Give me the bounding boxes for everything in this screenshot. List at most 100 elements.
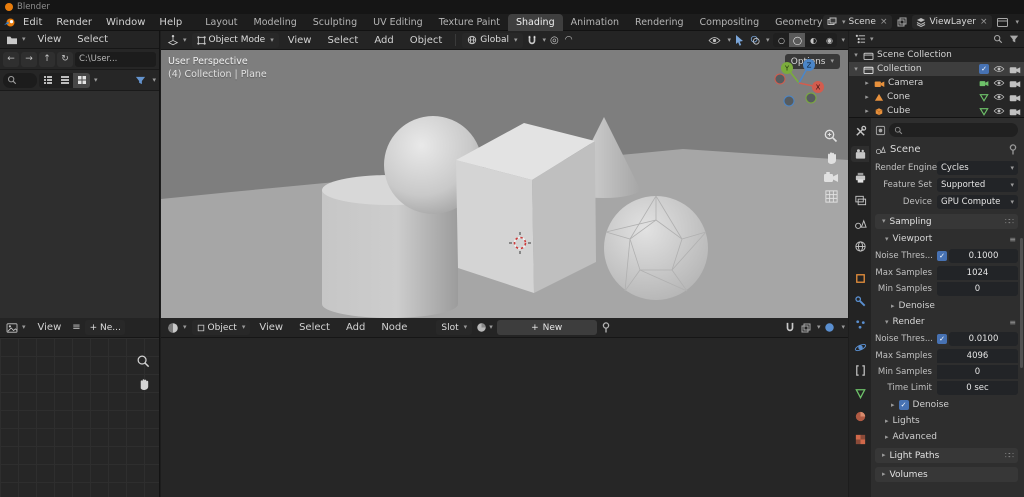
- shading-rendered-button[interactable]: ◉: [821, 33, 837, 47]
- tab-material-properties[interactable]: [851, 408, 869, 424]
- lights-collapsed[interactable]: ▸ Lights: [875, 414, 1018, 428]
- nav-back-button[interactable]: ←: [3, 51, 19, 67]
- hand-icon[interactable]: [137, 377, 151, 391]
- noise-threshold-field[interactable]: 0.0100: [949, 332, 1018, 346]
- menu-window[interactable]: Window: [99, 17, 152, 28]
- scene-clear-button[interactable]: ×: [879, 17, 889, 27]
- viewport-denoise-collapsed[interactable]: ▸ Denoise: [875, 299, 1018, 313]
- editor-type-button[interactable]: ▾: [164, 33, 190, 47]
- mode-dropdown[interactable]: Object Mode ▾: [191, 32, 279, 48]
- render-subsection-header[interactable]: ▾ Render ≡: [875, 315, 1018, 329]
- render-denoise-collapsed[interactable]: ▸ ✓ Denoise: [875, 398, 1018, 412]
- tab-shading[interactable]: Shading: [508, 13, 563, 31]
- new-material-button[interactable]: + New: [496, 320, 597, 335]
- new-image-button[interactable]: + Ne...: [84, 320, 125, 335]
- eye-icon[interactable]: [993, 107, 1005, 115]
- scene-name[interactable]: Scene: [848, 17, 875, 27]
- show-gizmo-button[interactable]: [706, 35, 723, 46]
- vp-menu-view[interactable]: View: [281, 35, 319, 46]
- tab-rendering[interactable]: Rendering: [627, 14, 692, 31]
- transform-orientation-dropdown[interactable]: Global ▾: [462, 32, 523, 48]
- chevron-down-icon[interactable]: ▾: [94, 76, 98, 84]
- fb-menu-view[interactable]: View: [31, 34, 69, 45]
- camera-label[interactable]: Camera: [888, 78, 923, 88]
- tab-modifier-properties[interactable]: [851, 293, 869, 309]
- camera-view-icon[interactable]: [823, 171, 839, 183]
- proportional-editing-button[interactable]: ◎: [548, 34, 561, 47]
- min-samples-field[interactable]: 0: [937, 365, 1018, 379]
- shader-type-dropdown[interactable]: Object ▾: [191, 320, 251, 335]
- expand-arrow-icon[interactable]: ▸: [863, 79, 871, 87]
- tab-texture-paint[interactable]: Texture Paint: [431, 14, 508, 31]
- sampling-section-header[interactable]: ▾ Sampling ∷∷: [875, 214, 1018, 229]
- nav-forward-button[interactable]: →: [21, 51, 37, 67]
- hamburger-icon[interactable]: ≡: [70, 321, 82, 334]
- shader-preview-button[interactable]: [822, 321, 837, 334]
- camera-visibility-icon[interactable]: [1009, 65, 1021, 74]
- sh-menu-node[interactable]: Node: [374, 322, 414, 333]
- tab-modeling[interactable]: Modeling: [246, 14, 305, 31]
- scene-browse-icon[interactable]: [827, 17, 837, 27]
- screen-icon[interactable]: [995, 17, 1010, 28]
- camera-visibility-icon[interactable]: [1009, 79, 1021, 88]
- tab-tool-properties[interactable]: [851, 123, 869, 139]
- display-vertical-list-button[interactable]: [39, 73, 56, 88]
- chevron-down-icon[interactable]: ▾: [841, 324, 845, 331]
- tab-scene-properties[interactable]: [851, 215, 869, 231]
- grip-icon[interactable]: ∷∷: [1005, 451, 1014, 460]
- chevron-down-icon[interactable]: ▾: [817, 324, 821, 331]
- chevron-down-icon[interactable]: ▾: [152, 76, 156, 84]
- time-limit-field[interactable]: 0 sec: [937, 381, 1018, 395]
- menu-render[interactable]: Render: [49, 17, 99, 28]
- fb-menu-select[interactable]: Select: [70, 34, 115, 45]
- path-field[interactable]: C:\User...: [75, 51, 156, 67]
- camera-visibility-icon[interactable]: [1009, 107, 1021, 116]
- tab-object-data-properties[interactable]: [851, 385, 869, 401]
- denoise-checkbox[interactable]: ✓: [898, 400, 909, 410]
- light-paths-section-header[interactable]: ▸ Light Paths ∷∷: [875, 448, 1018, 463]
- noise-threshold-checkbox[interactable]: ✓: [937, 334, 947, 344]
- eye-icon[interactable]: [993, 93, 1005, 101]
- outliner-filter-button[interactable]: [1007, 33, 1021, 45]
- browse-material-button[interactable]: ▾: [474, 321, 495, 334]
- scene-collection-label[interactable]: Scene Collection: [877, 50, 952, 60]
- volumes-section-header[interactable]: ▸ Volumes: [875, 467, 1018, 482]
- properties-search-input[interactable]: [889, 123, 1018, 137]
- outliner-search-button[interactable]: [991, 33, 1005, 45]
- noise-threshold-field[interactable]: 0.1000: [949, 249, 1018, 263]
- editor-type-button[interactable]: ▾: [852, 33, 877, 45]
- new-scene-icon[interactable]: [895, 16, 909, 28]
- hand-icon[interactable]: [824, 150, 839, 165]
- editor-type-button[interactable]: ▾: [3, 322, 29, 334]
- outliner-row-scene-collection[interactable]: ▾ Scene Collection: [849, 48, 1024, 62]
- ie-menu-view[interactable]: View: [31, 322, 69, 333]
- feature-set-dropdown[interactable]: Supported ▾: [937, 178, 1018, 192]
- chevron-down-icon[interactable]: ▾: [841, 36, 845, 44]
- falloff-button[interactable]: ◠: [563, 34, 575, 46]
- icosphere-object[interactable]: [604, 195, 708, 300]
- filter-button[interactable]: [133, 74, 148, 87]
- device-dropdown[interactable]: GPU Compute ▾: [937, 195, 1018, 209]
- tab-geometry-nodes[interactable]: Geometry Nodes: [767, 14, 823, 31]
- noise-threshold-checkbox[interactable]: ✓: [937, 251, 947, 261]
- preset-icon[interactable]: ≡: [1009, 318, 1016, 327]
- tab-texture-properties[interactable]: [851, 431, 869, 447]
- tab-uv-editing[interactable]: UV Editing: [365, 14, 431, 31]
- expand-arrow-icon[interactable]: ▾: [852, 65, 860, 73]
- breadcrumb-icon[interactable]: [875, 125, 886, 136]
- grip-icon[interactable]: ∷∷: [1005, 217, 1014, 226]
- overlays-button[interactable]: [748, 34, 762, 46]
- vp-menu-add[interactable]: Add: [367, 35, 400, 46]
- tab-object-properties[interactable]: [851, 270, 869, 286]
- node-overlay-button[interactable]: [799, 322, 813, 334]
- tab-layout[interactable]: Layout: [197, 14, 245, 31]
- sh-menu-view[interactable]: View: [252, 322, 290, 333]
- menu-edit[interactable]: Edit: [16, 17, 49, 28]
- snap-node-button[interactable]: [783, 321, 797, 334]
- vp-menu-select[interactable]: Select: [320, 35, 365, 46]
- tab-particle-properties[interactable]: [851, 316, 869, 332]
- sh-menu-select[interactable]: Select: [292, 322, 337, 333]
- grid-icon[interactable]: [824, 189, 839, 204]
- chevron-down-icon[interactable]: ▾: [543, 36, 547, 44]
- shading-wireframe-button[interactable]: ○: [773, 33, 789, 47]
